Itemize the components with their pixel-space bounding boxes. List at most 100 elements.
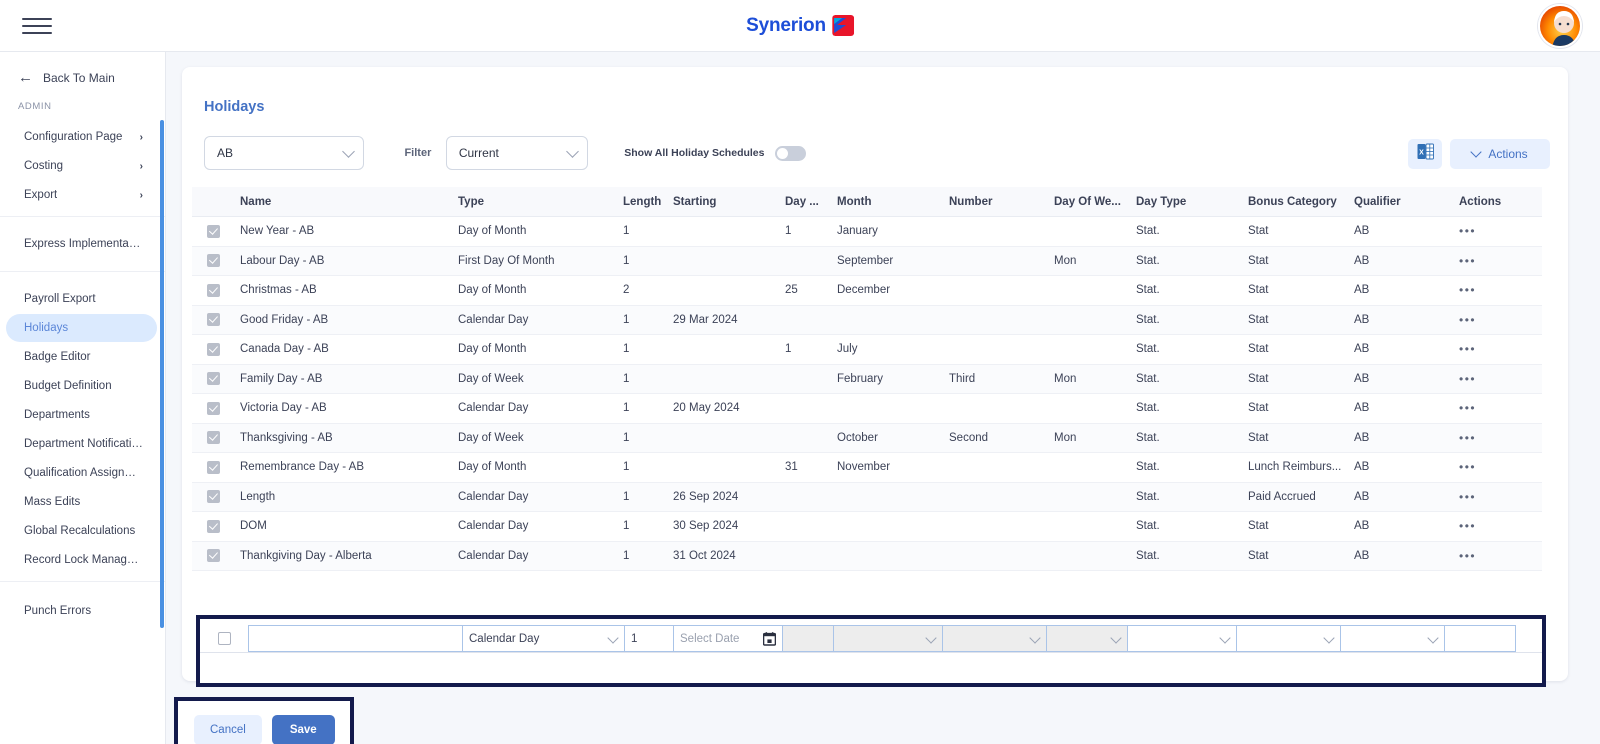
hamburger-menu-icon[interactable]: [22, 14, 52, 38]
table-row[interactable]: Remembrance Day - AB Day of Month 1 31 Novem…: [192, 453, 1542, 483]
row-actions-menu-icon[interactable]: •••: [1459, 490, 1476, 504]
sidebar-item-badge-editor[interactable]: Badge Editor: [6, 343, 157, 371]
sidebar-item-budget-definition[interactable]: Budget Definition: [6, 372, 157, 400]
save-button[interactable]: Save: [271, 714, 335, 744]
table-row[interactable]: Family Day - AB Day of Week 1 February Third…: [192, 364, 1542, 394]
column-header-month[interactable]: Month: [837, 196, 949, 208]
table-cell-day-type: Stat.: [1136, 402, 1160, 415]
row-checkbox[interactable]: [206, 549, 220, 563]
sidebar-item-mass-edits[interactable]: Mass Edits: [6, 488, 157, 516]
sidebar-item-costing[interactable]: Costing ›: [6, 152, 157, 180]
table-cell-bonus-category: Stat: [1248, 549, 1269, 562]
row-checkbox[interactable]: [206, 283, 220, 297]
new-row-day-of-week-select[interactable]: [1046, 625, 1128, 652]
row-actions-menu-icon[interactable]: •••: [1459, 313, 1476, 327]
table-row[interactable]: Labour Day - AB First Day Of Month 1 Septem…: [192, 246, 1542, 276]
column-header-day-of-week[interactable]: Day Of We...: [1054, 196, 1136, 208]
row-checkbox[interactable]: [206, 431, 220, 445]
row-checkbox[interactable]: [206, 313, 220, 327]
sidebar-item-export[interactable]: Export ›: [6, 181, 157, 209]
table-cell-length: 1: [623, 254, 630, 267]
sidebar-item-department-notifications[interactable]: Department Notifications: [6, 430, 157, 458]
column-header-qualifier[interactable]: Qualifier: [1354, 196, 1459, 208]
new-row-number-select[interactable]: [942, 625, 1047, 652]
new-row-type-select[interactable]: Calendar Day: [462, 625, 625, 652]
table-cell-bonus-category: Stat: [1248, 372, 1269, 385]
region-select[interactable]: AB: [204, 136, 364, 170]
export-to-excel-button[interactable]: X: [1408, 139, 1442, 169]
row-checkbox[interactable]: [206, 401, 220, 415]
holidays-card: Holidays AB Filter Current Show All Holi…: [182, 67, 1568, 687]
row-checkbox[interactable]: [206, 460, 220, 474]
new-row-starting-datepicker[interactable]: Select Date: [673, 625, 783, 652]
new-row-month-select[interactable]: [833, 625, 943, 652]
cancel-button[interactable]: Cancel: [194, 714, 262, 744]
sidebar-item-holidays[interactable]: Holidays: [6, 314, 157, 342]
show-all-holiday-schedules-toggle[interactable]: [774, 145, 806, 161]
row-checkbox[interactable]: [206, 519, 220, 533]
new-row-starting-placeholder: Select Date: [680, 632, 740, 645]
table-row[interactable]: Good Friday - AB Calendar Day 1 29 Mar 2024…: [192, 305, 1542, 335]
sidebar-scrollbar[interactable]: [160, 120, 164, 628]
actions-button[interactable]: Actions: [1450, 139, 1550, 169]
sidebar-item-record-lock-management[interactable]: Record Lock Management: [6, 546, 157, 574]
new-row-checkbox[interactable]: [217, 632, 231, 645]
new-row-length-input[interactable]: 1: [624, 625, 674, 652]
column-header-length[interactable]: Length: [623, 196, 673, 208]
column-header-starting[interactable]: Starting: [673, 196, 785, 208]
row-actions-menu-icon[interactable]: •••: [1459, 224, 1476, 238]
new-row-bonus-category-select[interactable]: [1236, 625, 1341, 652]
row-checkbox[interactable]: [206, 342, 220, 356]
column-header-number[interactable]: Number: [949, 196, 1054, 208]
sidebar-item-global-recalculations[interactable]: Global Recalculations: [6, 517, 157, 545]
table-row[interactable]: Victoria Day - AB Calendar Day 1 20 May 202…: [192, 394, 1542, 424]
row-actions-menu-icon[interactable]: •••: [1459, 431, 1476, 445]
new-row-name-input[interactable]: [248, 625, 463, 652]
row-actions-menu-icon[interactable]: •••: [1459, 549, 1476, 563]
row-checkbox[interactable]: [206, 372, 220, 386]
column-header-name[interactable]: Name: [240, 196, 458, 208]
new-row-qualifier-select[interactable]: [1340, 625, 1445, 652]
row-actions-menu-icon[interactable]: •••: [1459, 372, 1476, 386]
new-row-day-type-select[interactable]: [1127, 625, 1237, 652]
row-actions-menu-icon[interactable]: •••: [1459, 254, 1476, 268]
column-header-bonus-category[interactable]: Bonus Category: [1248, 196, 1354, 208]
table-cell-day-type: Stat.: [1136, 520, 1160, 533]
table-cell-month: February: [837, 372, 884, 385]
table-row[interactable]: Thanksgiving - AB Day of Week 1 October Seco…: [192, 423, 1542, 453]
row-actions-menu-icon[interactable]: •••: [1459, 519, 1476, 533]
chevron-down-icon: [1029, 631, 1041, 644]
sidebar-item-qualification-assignments[interactable]: Qualification Assignments: [6, 459, 157, 487]
table-row[interactable]: Canada Day - AB Day of Month 1 1 July Stat. St…: [192, 335, 1542, 365]
table-row[interactable]: Thankgiving Day - Alberta Calendar Day 1 31…: [192, 541, 1542, 571]
table-row[interactable]: DOM Calendar Day 1 30 Sep 2024 Stat. Stat AB ••…: [192, 512, 1542, 542]
column-header-day[interactable]: Day ...: [785, 196, 837, 208]
row-actions-menu-icon[interactable]: •••: [1459, 401, 1476, 415]
form-actions-highlight: Cancel Save: [174, 697, 354, 744]
table-cell-length: 1: [623, 343, 630, 356]
sidebar-item-payroll-export[interactable]: Payroll Export: [6, 285, 157, 313]
table-row[interactable]: Christmas - AB Day of Month 2 25 December Sta…: [192, 276, 1542, 306]
chevron-right-icon: ›: [139, 189, 143, 201]
sidebar-item-punch-errors[interactable]: Punch Errors: [6, 597, 157, 625]
row-checkbox[interactable]: [206, 254, 220, 268]
new-row-day-input[interactable]: [782, 625, 834, 652]
table-cell-qualifier: AB: [1354, 313, 1370, 326]
table-row[interactable]: Length Calendar Day 1 26 Sep 2024 Stat. Paid …: [192, 482, 1542, 512]
column-header-type[interactable]: Type: [458, 196, 623, 208]
user-avatar[interactable]: [1538, 4, 1582, 48]
row-checkbox[interactable]: [206, 224, 220, 238]
filter-select[interactable]: Current: [445, 136, 588, 170]
table-row[interactable]: New Year - AB Day of Month 1 1 January Stat. S…: [192, 217, 1542, 247]
sidebar-item-configuration-page[interactable]: Configuration Page ›: [6, 123, 157, 151]
new-row-length-value: 1: [631, 632, 638, 645]
row-actions-menu-icon[interactable]: •••: [1459, 460, 1476, 474]
row-actions-menu-icon[interactable]: •••: [1459, 342, 1476, 356]
calendar-icon[interactable]: [763, 631, 776, 646]
sidebar-item-express-implementation[interactable]: Express Implementation P...: [6, 230, 157, 258]
row-checkbox[interactable]: [206, 490, 220, 504]
row-actions-menu-icon[interactable]: •••: [1459, 283, 1476, 297]
column-header-day-type[interactable]: Day Type: [1136, 196, 1248, 208]
sidebar-item-departments[interactable]: Departments: [6, 401, 157, 429]
back-to-main-button[interactable]: ← Back To Main: [0, 52, 165, 95]
